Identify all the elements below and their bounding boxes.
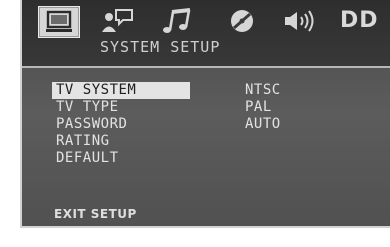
menu-item-tv-system[interactable]: TV SYSTEM — [52, 82, 190, 99]
menu-item-tv-type[interactable]: TV TYPE — [52, 99, 192, 116]
menu-item-default[interactable]: DEFAULT — [52, 150, 192, 167]
speaker-icon[interactable] — [280, 6, 320, 36]
option-pal[interactable]: PAL — [245, 99, 281, 116]
setup-panel: DD SYSTEM SETUP TV SYSTEM TV TYPE PASSWO… — [20, 0, 390, 228]
screen: DD SYSTEM SETUP TV SYSTEM TV TYPE PASSWO… — [0, 0, 390, 247]
disc-icon[interactable] — [222, 6, 262, 36]
menu-item-password[interactable]: PASSWORD — [52, 116, 192, 133]
speech-person-icon[interactable] — [98, 6, 138, 36]
option-ntsc[interactable]: NTSC — [245, 82, 281, 99]
exit-setup-button[interactable]: EXIT SETUP — [54, 207, 137, 221]
setup-tab-bar: DD SYSTEM SETUP — [22, 0, 390, 68]
dolby-digital-tab[interactable]: DD — [340, 6, 379, 36]
tv-system-options: NTSC PAL AUTO — [245, 82, 281, 133]
option-auto[interactable]: AUTO — [245, 116, 281, 133]
music-note-icon[interactable] — [158, 6, 198, 36]
submenu-title: SYSTEM SETUP — [100, 38, 221, 56]
monitor-icon[interactable] — [38, 6, 80, 38]
setup-menu-list: TV SYSTEM TV TYPE PASSWORD RATING DEFAUL… — [52, 82, 192, 167]
menu-item-rating[interactable]: RATING — [52, 133, 192, 150]
